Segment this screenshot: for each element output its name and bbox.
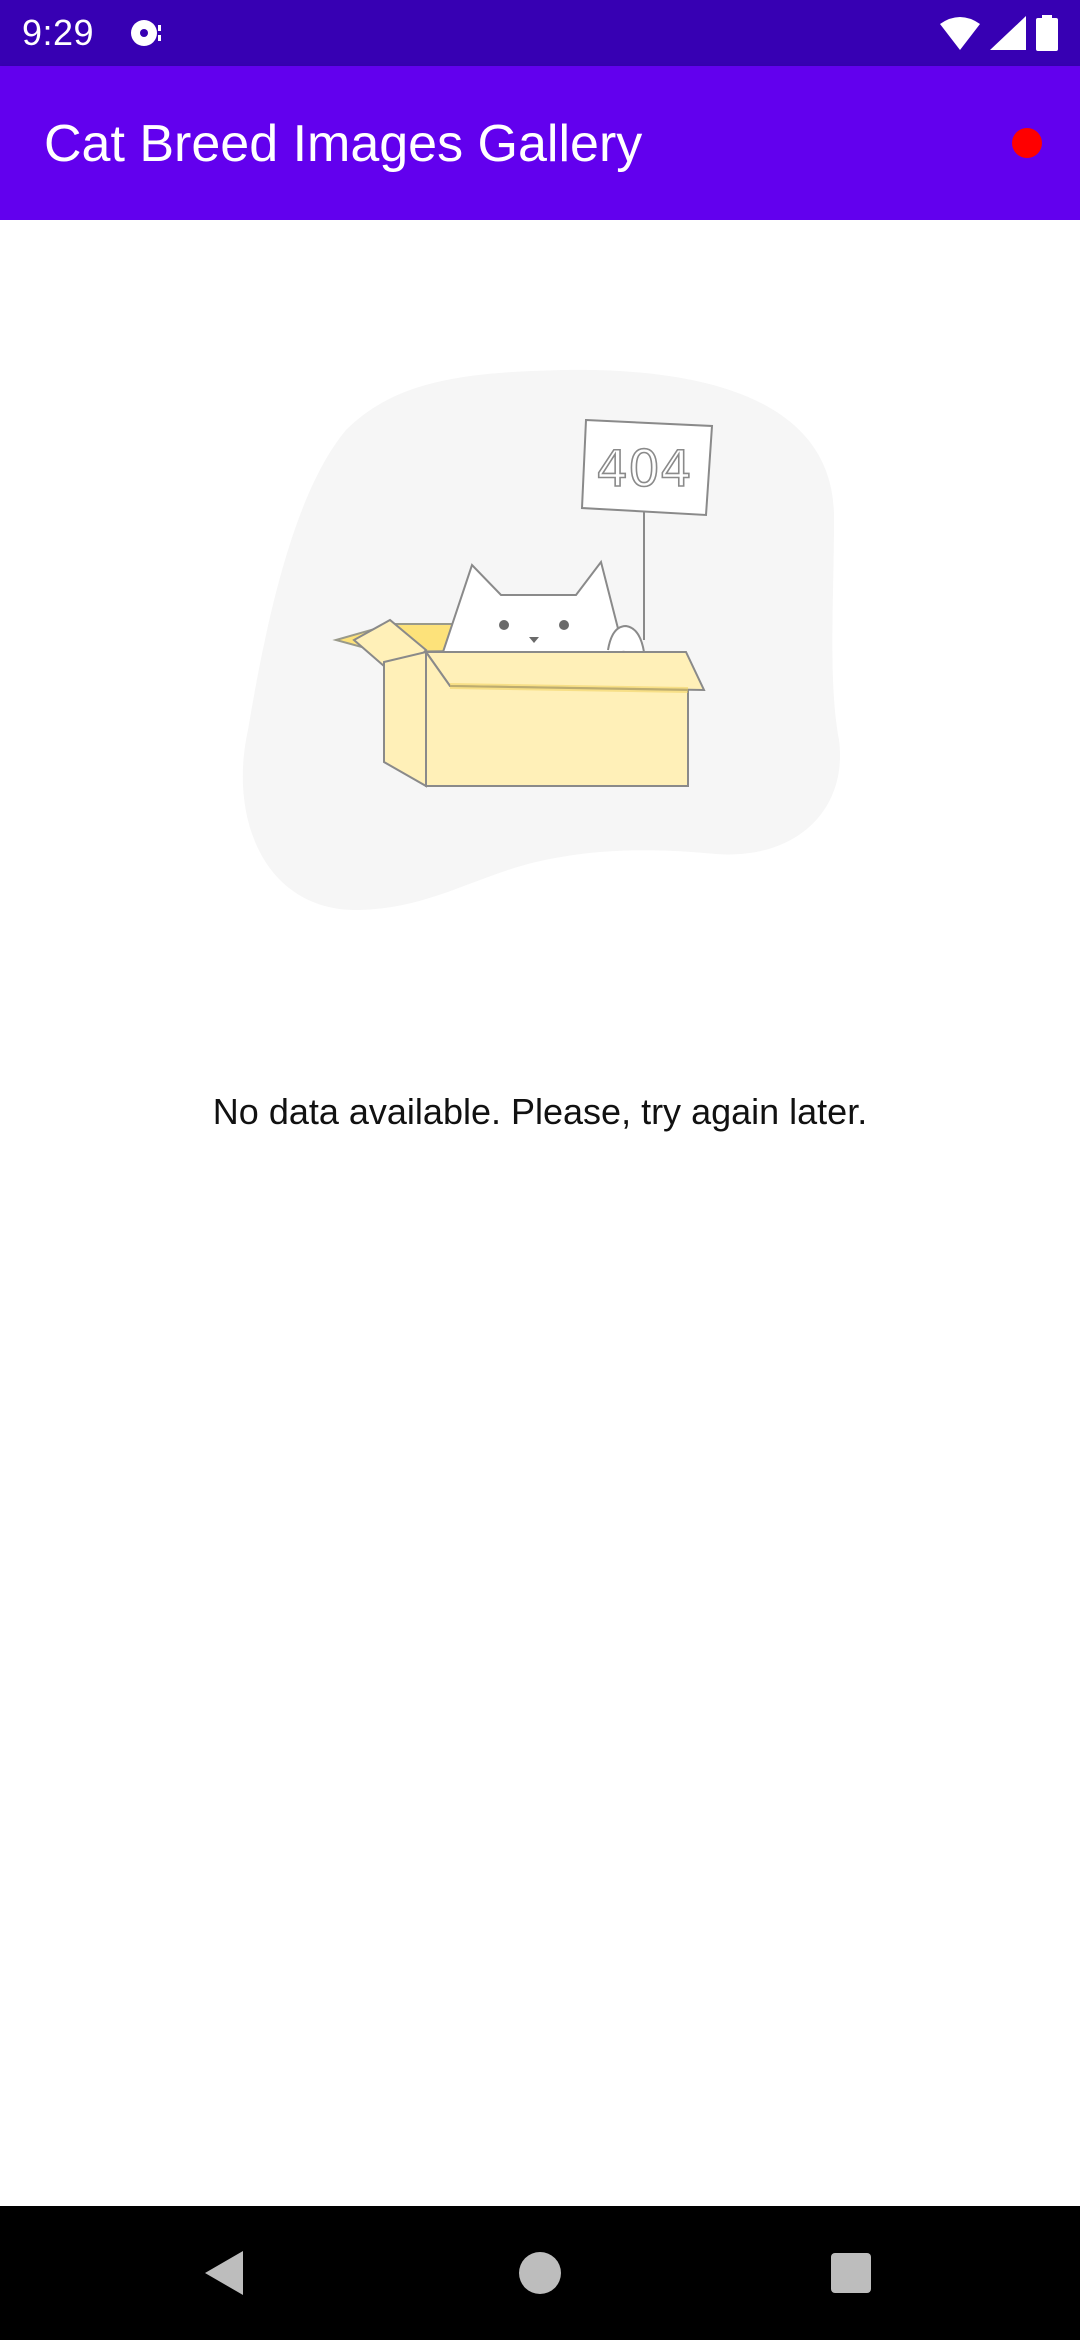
notification-icon xyxy=(131,20,161,46)
cat-in-box-404-illustration: 404 xyxy=(242,369,841,910)
signal-icon xyxy=(990,16,1026,50)
app-title: Cat Breed Images Gallery xyxy=(44,115,643,173)
wifi-icon xyxy=(940,17,980,50)
system-nav-bar xyxy=(0,2206,1080,2340)
sign-text: 404 xyxy=(596,440,691,498)
recents-button[interactable] xyxy=(814,2236,888,2310)
home-icon xyxy=(519,2252,561,2294)
home-button[interactable] xyxy=(503,2236,577,2310)
recents-icon xyxy=(831,2253,871,2293)
empty-state-message: No data available. Please, try again lat… xyxy=(212,1091,868,1132)
status-icons xyxy=(940,14,1058,52)
back-icon xyxy=(205,2251,243,2295)
status-indicator-dot xyxy=(1012,128,1042,158)
back-button[interactable] xyxy=(188,2236,262,2310)
app-bar: Cat Breed Images Gallery xyxy=(0,66,1080,220)
status-bar: 9:29 xyxy=(0,0,1080,66)
status-time: 9:29 xyxy=(22,12,95,53)
main-content: 404 No data available. Please, try again… xyxy=(0,220,1080,2206)
battery-icon xyxy=(1036,15,1058,51)
